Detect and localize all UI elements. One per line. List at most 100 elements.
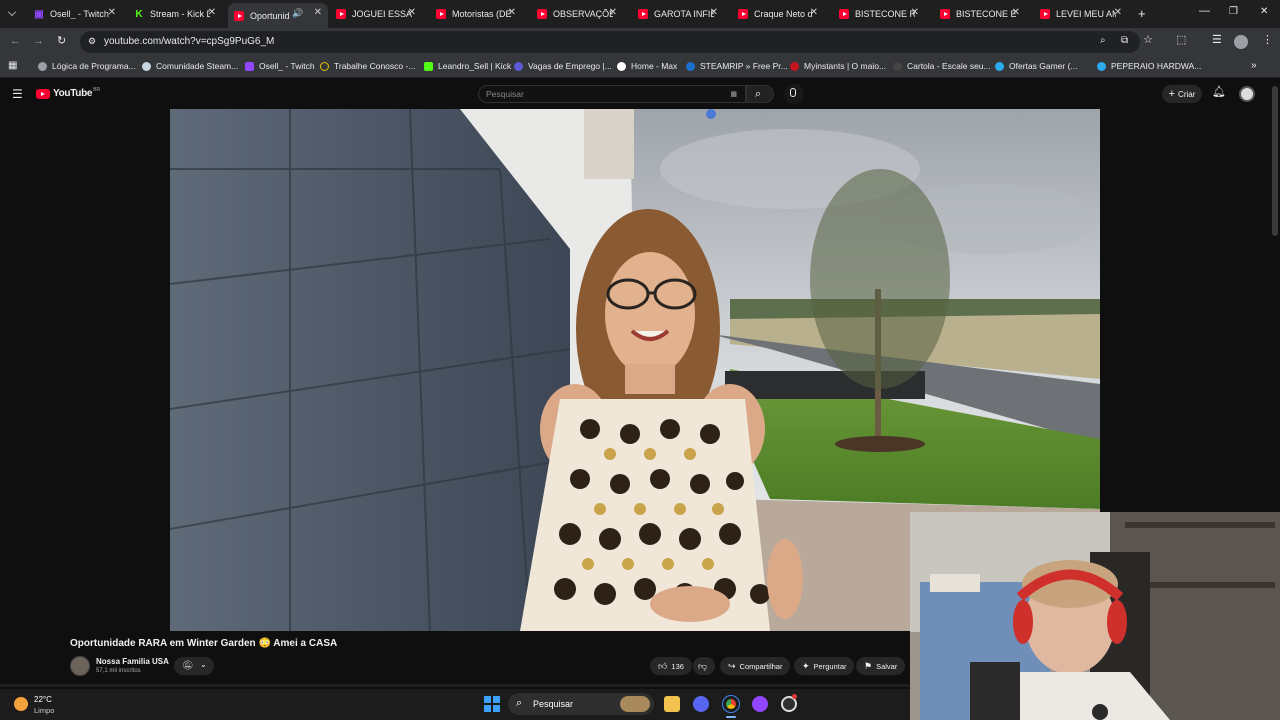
site-info-icon[interactable]: ⚙ <box>88 36 96 47</box>
divider <box>0 684 910 687</box>
bookmark-logica[interactable]: Lógica de Programa... <box>38 61 136 71</box>
notifications-bell-icon[interactable]: 🔔︎ <box>1212 87 1226 98</box>
chrome-icon[interactable] <box>722 695 740 713</box>
more-bookmarks-icon[interactable]: » <box>1251 61 1257 71</box>
url-text[interactable]: youtube.com/watch?v=cpSg9PuG6_M <box>104 36 274 47</box>
tab-youtube[interactable]: GAROTA INFIE ✕ <box>632 3 724 25</box>
bookmark-steamrip[interactable]: STEAMRIP » Free Pr... <box>686 61 788 71</box>
close-tab-icon[interactable]: ✕ <box>208 7 216 18</box>
search-icon[interactable]: ⌕ <box>1100 36 1106 46</box>
install-icon[interactable]: ⧉ <box>1121 36 1128 46</box>
close-tab-icon[interactable]: ✕ <box>810 7 818 18</box>
notification-bell-button[interactable]: 🔕︎ ⌄ <box>174 657 214 675</box>
share-icon: ↪ <box>728 660 736 671</box>
forward-icon[interactable]: → <box>33 36 44 47</box>
create-button[interactable]: + Criar <box>1162 85 1202 103</box>
telegram-icon <box>995 61 1004 71</box>
channel-name[interactable]: Nossa Familia USA <box>96 657 169 666</box>
keyboard-icon[interactable]: ▦ <box>730 90 737 98</box>
reading-list-icon[interactable]: ☰ <box>1212 35 1222 46</box>
page-scrollbar[interactable] <box>1272 86 1278 236</box>
youtube-header: ☰ YouTube BR Pesquisar ▦ ⌕ + Criar 🔔︎ <box>0 79 1280 109</box>
voice-search-button[interactable] <box>784 84 804 104</box>
tab-youtube[interactable]: BISTECONE RE ✕ <box>833 3 925 25</box>
thumbs-up-icon: 👍︎ <box>658 660 668 671</box>
close-tab-icon[interactable]: ✕ <box>314 7 322 18</box>
bookmark-trabalhe[interactable]: Trabalhe Conosco -... <box>320 61 415 71</box>
tab-kick-stream[interactable]: K Stream - Kick D ✕ <box>128 3 222 25</box>
close-tab-icon[interactable]: ✕ <box>508 7 516 18</box>
twitch-icon: ▣ <box>34 8 44 20</box>
bookmark-peperaio[interactable]: PEPERAIO HARDWA... <box>1097 61 1201 71</box>
file-explorer-icon[interactable] <box>664 696 680 712</box>
close-tab-icon[interactable]: ✕ <box>1012 7 1020 18</box>
share-button[interactable]: ↪ Compartilhar <box>720 657 791 675</box>
tab-youtube[interactable]: LEVEI MEU AM ✕ <box>1034 3 1128 25</box>
bookmark-ofertas[interactable]: Ofertas Gamer (... <box>995 61 1078 71</box>
bookmark-max[interactable]: Home - Max <box>617 61 677 71</box>
tab-youtube-oportunidade[interactable]: Oportunid 🔊 ✕ <box>228 3 328 28</box>
taskbar-search[interactable]: ⌕ Pesquisar <box>508 693 654 715</box>
bookmark-kick[interactable]: Leandro_Sell | Kick <box>424 61 511 71</box>
bookmark-myinstants[interactable]: Myinstants | O maio... <box>790 61 886 71</box>
thumbs-down-icon: 👎︎ <box>698 660 708 671</box>
twitch-icon <box>245 61 254 71</box>
youtube-icon <box>234 10 244 21</box>
tab-twitch-osell[interactable]: ▣ Osell_ - Twitch ✕ <box>28 3 122 25</box>
search-button[interactable]: ⌕ <box>746 85 774 103</box>
browser-toolbar: ← → ↻ ⚙ youtube.com/watch?v=cpSg9PuG6_M … <box>0 28 1280 56</box>
tab-youtube[interactable]: BISTECONE E C ✕ <box>934 3 1026 25</box>
youtube-icon <box>940 9 950 19</box>
channel-avatar[interactable] <box>1239 86 1255 102</box>
extensions-icon[interactable]: ⬚ <box>1176 35 1186 46</box>
tab-strip: ▣ Osell_ - Twitch ✕ K Stream - Kick D ✕ … <box>0 0 1280 28</box>
minimize-icon[interactable]: — <box>1199 6 1210 17</box>
tab-youtube[interactable]: OBSERVAÇÕES ✕ <box>531 3 623 25</box>
like-button[interactable]: 👍︎ 136 <box>650 657 692 675</box>
microphone-icon <box>790 88 796 97</box>
close-tab-icon[interactable]: ✕ <box>1114 7 1122 18</box>
menu-icon[interactable]: ⋮ <box>1262 35 1273 46</box>
close-tab-icon[interactable]: ✕ <box>108 7 116 18</box>
vagas-icon <box>514 61 523 71</box>
ask-button[interactable]: ✦ Perguntar <box>794 657 855 675</box>
close-tab-icon[interactable]: ✕ <box>609 7 617 18</box>
bookmark-star-icon[interactable]: ☆ <box>1143 35 1153 46</box>
profile-avatar[interactable] <box>1234 35 1248 49</box>
tab-search-icon[interactable] <box>8 8 16 16</box>
discord-icon[interactable] <box>693 696 709 712</box>
youtube-logo[interactable]: YouTube BR <box>36 87 100 99</box>
bookmark-steam[interactable]: Comunidade Steam... <box>142 61 238 71</box>
youtube-icon <box>1040 9 1050 19</box>
tab-youtube[interactable]: Craque Neto d ✕ <box>732 3 824 25</box>
tab-youtube[interactable]: Motoristas (DE ✕ <box>430 3 522 25</box>
hamburger-menu-icon[interactable]: ☰ <box>12 88 23 100</box>
close-tab-icon[interactable]: ✕ <box>710 7 718 18</box>
apps-icon[interactable]: ▦ <box>8 61 17 71</box>
chevron-down-icon: ⌄ <box>200 660 207 669</box>
reload-icon[interactable]: ↻ <box>57 36 66 47</box>
dislike-button[interactable]: 👎︎ <box>693 657 715 675</box>
twitch-app-icon[interactable] <box>752 696 768 712</box>
bookmark-twitch[interactable]: Osell_ - Twitch <box>245 61 315 71</box>
save-button[interactable]: ⚑ Salvar <box>856 657 906 675</box>
tab-youtube[interactable]: JOGUEI ESSA P ✕ <box>330 3 422 25</box>
cartola-icon <box>893 61 902 71</box>
windows-start-icon[interactable] <box>484 696 500 712</box>
search-box[interactable]: Pesquisar ▦ <box>478 85 746 103</box>
address-bar[interactable]: ⚙ youtube.com/watch?v=cpSg9PuG6_M <box>80 31 1140 53</box>
youtube-icon <box>638 9 648 19</box>
close-window-icon[interactable]: ✕ <box>1260 7 1268 17</box>
channel-avatar[interactable] <box>70 656 90 676</box>
bookmark-cartola[interactable]: Cartola - Escale seu... <box>893 61 991 71</box>
close-tab-icon[interactable]: ✕ <box>408 7 416 18</box>
close-tab-icon[interactable]: ✕ <box>911 7 919 18</box>
active-app-indicator <box>726 716 736 718</box>
bookmark-vagas[interactable]: Vagas de Emprego |... <box>514 61 612 71</box>
back-icon[interactable]: ← <box>10 36 21 47</box>
max-icon <box>617 61 626 71</box>
speaker-icon[interactable]: 🔊 <box>292 8 303 19</box>
restore-icon[interactable]: ❐ <box>1229 7 1238 17</box>
search-input[interactable]: Pesquisar <box>486 89 524 99</box>
new-tab-icon[interactable]: + <box>1138 7 1146 20</box>
